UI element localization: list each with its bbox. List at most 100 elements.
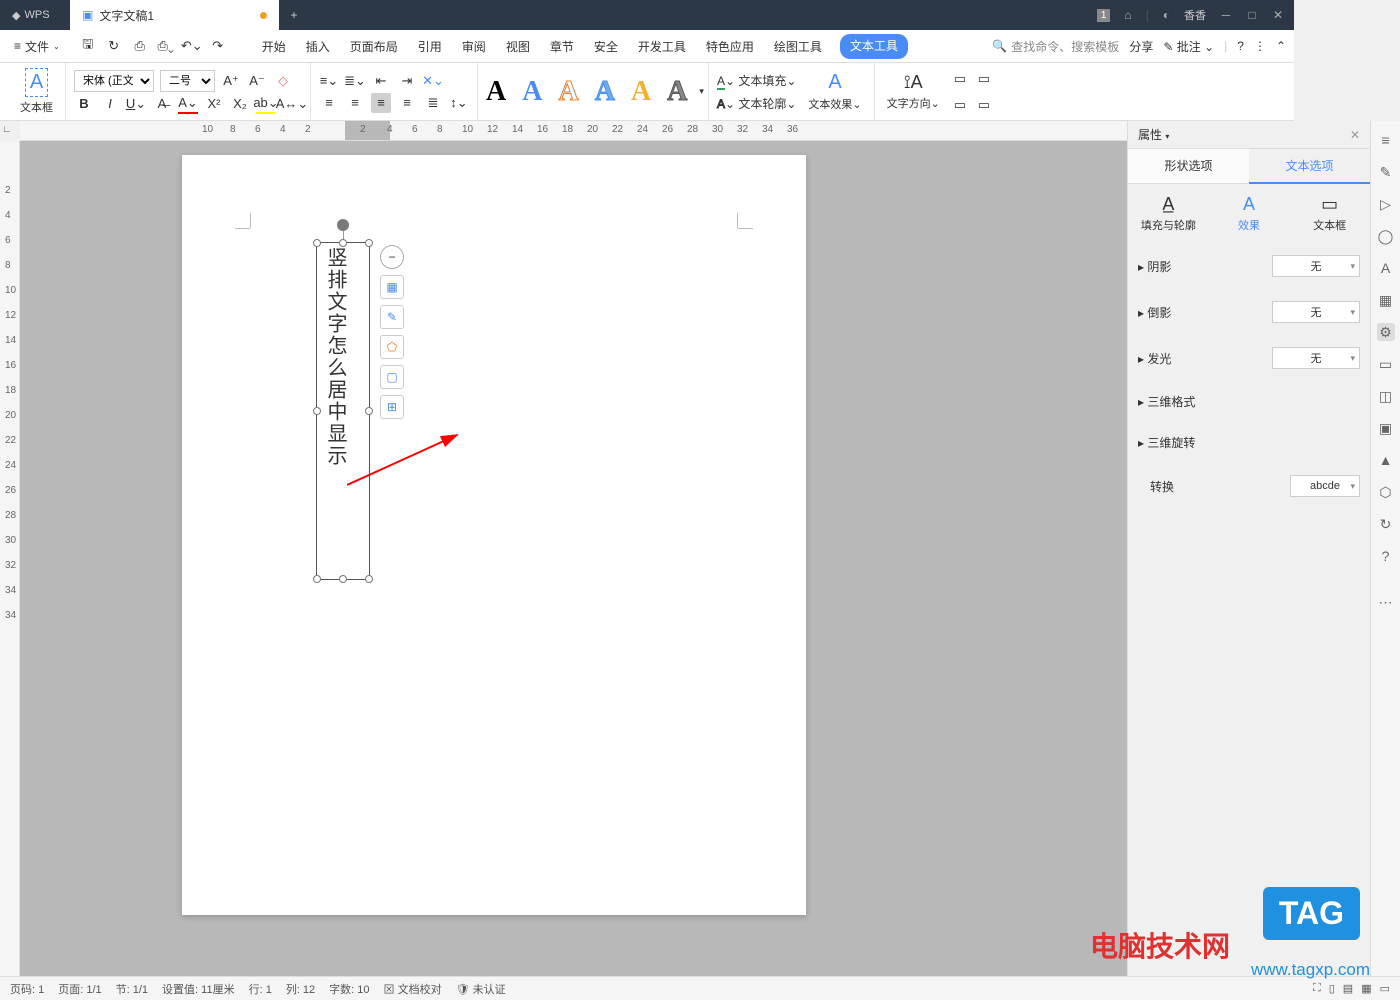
resize-handle-tl[interactable] [313,239,321,247]
underline-icon[interactable]: U⌄ [126,94,146,114]
wordart-style-1[interactable]: A [478,76,514,108]
prop-transform[interactable]: 转换 abcde [1138,463,1360,509]
break-link-icon[interactable]: ▭ [950,95,970,115]
font-size-select[interactable]: 二号 [160,70,215,92]
subtab-fill[interactable]: A̲填充与轮廓 [1128,192,1209,235]
panel-tab-shape[interactable]: 形状选项 [1128,149,1249,184]
prop-3d-rotate[interactable]: ▸ 三维旋转 [1138,422,1360,463]
comment-button[interactable]: ✎ 批注 ⌄ [1163,38,1214,55]
bullet-list-icon[interactable]: ≡⌄ [319,71,339,91]
fullscreen-icon[interactable]: ⛶ [1313,982,1321,995]
align-right-icon[interactable]: ≡ [371,93,391,113]
italic-icon[interactable]: I [100,94,120,114]
tab-view[interactable]: 视图 [504,34,532,59]
resize-handle-t[interactable] [339,239,347,247]
resize-handle-br[interactable] [365,575,373,583]
prop-3d-format[interactable]: ▸ 三维格式 [1138,381,1360,422]
view-print-icon[interactable]: ▯ [1329,982,1335,995]
side-layers-icon[interactable]: ◫ [1377,387,1395,405]
transform-dropdown[interactable]: abcde [1290,475,1360,497]
status-section[interactable]: 节: 1/1 [116,981,148,997]
tab-drawing[interactable]: 绘图工具 [772,34,824,59]
tab-security[interactable]: 安全 [592,34,620,59]
user-avatar-icon[interactable]: ◐ [1163,8,1170,22]
tab-special[interactable]: 特色应用 [704,34,756,59]
subtab-textbox[interactable]: ▭文本框 [1289,192,1370,235]
shrink-font-icon[interactable]: A⁻ [247,71,267,91]
undo-icon[interactable]: ↶⌄ [182,36,202,56]
app-menu-icon[interactable]: ⌂ [1124,8,1131,22]
minimize-button[interactable]: ─ [1220,9,1232,21]
side-text-icon[interactable]: A [1377,259,1395,277]
status-words[interactable]: 字数: 10 [329,981,369,997]
help-icon[interactable]: ? [1237,39,1244,53]
align-justify-icon[interactable]: ≡ [397,93,417,113]
float-collapse-icon[interactable]: − [380,245,404,269]
text-direction-button[interactable]: ⟟A 文字方向⌄ [883,72,944,111]
panel-close-icon[interactable]: ✕ [1350,128,1360,142]
collapse-ribbon-icon[interactable]: ⌃ [1276,39,1286,53]
side-properties-icon[interactable]: ⚙ [1377,323,1395,341]
file-menu[interactable]: ≡ 文件 ⌄ [8,35,66,58]
side-help-icon[interactable]: ? [1377,547,1395,565]
resize-handle-b[interactable] [339,575,347,583]
tab-review[interactable]: 审阅 [460,34,488,59]
side-history-icon[interactable]: ↻ [1377,515,1395,533]
tab-section[interactable]: 章节 [548,34,576,59]
status-proof[interactable]: ⊠ 文档校对 [384,981,442,997]
tab-modified-dot[interactable] [260,12,267,19]
font-color-icon[interactable]: A⌄ [178,94,198,114]
badge-icon[interactable]: 1 [1097,9,1111,22]
ruler-corner-icon[interactable]: ∟ [2,124,12,135]
tab-start[interactable]: 开始 [260,34,288,59]
subscript-icon[interactable]: X₂ [230,94,250,114]
shadow-dropdown[interactable]: 无 [1272,255,1360,277]
float-edit-icon[interactable]: ✎ [380,305,404,329]
wordart-style-5[interactable]: A [623,76,659,108]
save-icon[interactable]: 🖫 [78,36,98,56]
clear-format-icon[interactable]: ◇ [273,71,293,91]
text-outline-button[interactable]: A⌄ 文本轮廓⌄ [717,95,796,112]
float-wrap-icon[interactable]: ▦ [380,275,404,299]
vertical-ruler[interactable]: 2 4 6 8 10 12 14 16 18 20 22 24 26 28 30… [0,141,20,976]
view-web-icon[interactable]: ▦ [1361,982,1371,995]
tab-insert[interactable]: 插入 [304,34,332,59]
side-shape-icon[interactable]: ◯ [1377,227,1395,245]
superscript-icon[interactable]: X² [204,94,224,114]
next-textbox-icon[interactable]: ▭ [974,95,994,115]
glow-dropdown[interactable]: 无 [1272,347,1360,369]
resize-handle-l[interactable] [313,407,321,415]
prop-glow[interactable]: ▸ 发光 无 [1138,335,1360,381]
tab-layout[interactable]: 页面布局 [348,34,400,59]
side-edit-icon[interactable]: ✎ [1377,163,1395,181]
document-area[interactable]: 竖排文字怎么居中显示 − ▦ ✎ ⬠ ▢ ⊞ [20,141,1127,976]
side-record-icon[interactable]: ▣ [1377,419,1395,437]
side-more-icon[interactable]: ⋯ [1377,593,1395,611]
wordart-style-6[interactable]: A [659,76,695,108]
resize-handle-bl[interactable] [313,575,321,583]
side-collapse-icon[interactable]: ≡ [1377,131,1395,149]
align-left-icon[interactable]: ≡ [319,93,339,113]
more-icon[interactable]: ⋮ [1254,39,1266,53]
redo-icon[interactable]: ↷ [208,36,228,56]
status-page[interactable]: 页面: 1/1 [58,981,101,997]
text-effects-button[interactable]: A 文本效果⌄ [804,71,865,112]
subtab-effects[interactable]: A效果 [1209,192,1290,235]
align-distribute-icon[interactable]: ≣ [423,93,443,113]
side-3d-icon[interactable]: ⬡ [1377,483,1395,501]
share-button[interactable]: 分享 [1129,38,1153,55]
wordart-style-4[interactable]: A [587,76,623,108]
link-textbox-icon[interactable]: ▭ [950,69,970,89]
chevron-down-icon[interactable]: ▾ [1165,132,1169,141]
tab-text-tools[interactable]: 文本工具 [840,34,908,59]
prop-reflection[interactable]: ▸ 倒影 无 [1138,289,1360,335]
text-direction-toggle-icon[interactable]: ✕⌄ [423,71,443,91]
reflection-dropdown[interactable]: 无 [1272,301,1360,323]
print-icon[interactable]: ⎙ [130,36,150,56]
strike-icon[interactable]: A̶ [152,94,172,114]
float-outline-icon[interactable]: ▢ [380,365,404,389]
print-preview-icon[interactable]: ↻ [104,36,124,56]
tab-dev[interactable]: 开发工具 [636,34,688,59]
rotate-handle[interactable] [337,219,349,231]
font-name-select[interactable]: 宋体 (正文) [74,70,154,92]
